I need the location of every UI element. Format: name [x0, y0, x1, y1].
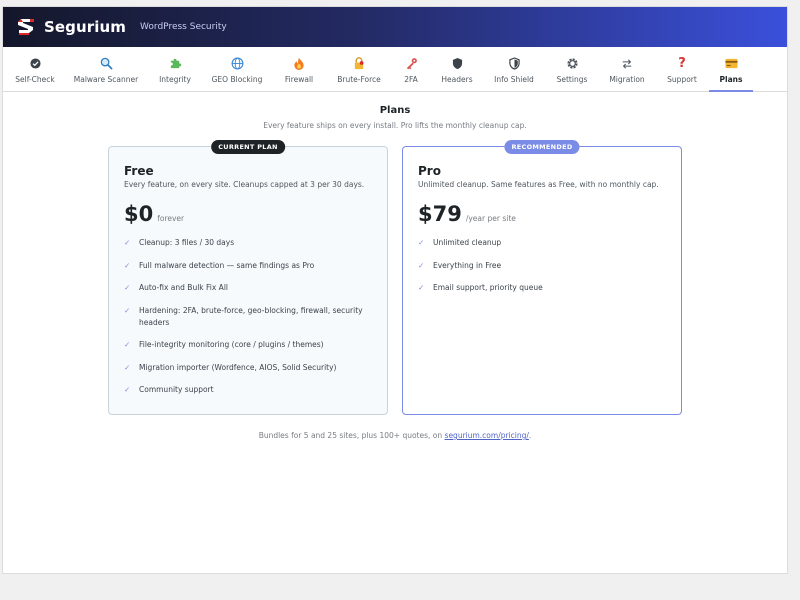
tab-support[interactable]: ? Support — [655, 47, 709, 91]
list-item: ✓ Email support, priority queue — [418, 282, 668, 294]
tab-self-check[interactable]: Self-Check — [5, 47, 65, 91]
list-item: ✓ Cleanup: 3 files / 30 days — [124, 237, 374, 249]
question-icon: ? — [678, 56, 686, 71]
list-item: ✓ Community support — [124, 384, 374, 396]
list-item: ✓ Migration importer (Wordfence, AIOS, So… — [124, 362, 374, 374]
tab-label: Info Shield — [494, 74, 534, 84]
list-item: ✓ Unlimited cleanup — [418, 237, 668, 249]
key-icon — [404, 57, 418, 71]
segurium-logo-icon — [18, 19, 34, 35]
tab-label: Malware Scanner — [73, 74, 139, 84]
list-item: ✓ Auto-fix and Bulk Fix All — [124, 282, 374, 294]
bundles-note: Bundles for 5 and 25 sites, plus 100+ qu… — [3, 431, 787, 440]
tab-info-shield[interactable]: Info Shield — [483, 47, 545, 91]
tab-label: Migration — [609, 74, 645, 84]
brand-subtitle: WordPress Security — [140, 22, 227, 32]
feature-text: Migration importer (Wordfence, AIOS, Sol… — [139, 362, 337, 372]
feature-text: Auto-fix and Bulk Fix All — [139, 283, 228, 292]
main-nav: Self-Check Malware Scanner Integrity GEO… — [3, 47, 787, 92]
tab-migration[interactable]: Migration — [599, 47, 655, 91]
check-icon: ✓ — [124, 305, 131, 315]
bundles-text-end: . — [528, 431, 532, 440]
plan-price: $79 — [418, 202, 462, 226]
feature-text: Unlimited cleanup — [433, 238, 502, 247]
feature-text: Hardening: 2FA, brute-force, geo-blockin… — [139, 305, 363, 327]
plan-period: /year per site — [465, 214, 516, 223]
gear-icon — [565, 57, 579, 71]
list-item: ✓ File-integrity monitoring (core / plugi… — [124, 339, 374, 351]
check-icon: ✓ — [418, 238, 425, 247]
feature-list: ✓ Unlimited cleanup ✓ Everything in Free ✓… — [418, 237, 668, 305]
app-header: Segurium WordPress Security — [3, 7, 787, 47]
feature-text: Community support — [139, 385, 214, 394]
feature-list: ✓ Cleanup: 3 files / 30 days ✓ Full malwar… — [124, 237, 374, 407]
tab-integrity[interactable]: Integrity — [147, 47, 203, 91]
plan-price: $0 — [124, 202, 154, 226]
feature-text: Cleanup: 3 files / 30 days — [139, 238, 235, 247]
tab-label: Brute-Force — [337, 74, 381, 84]
check-icon: ✓ — [418, 283, 425, 292]
list-item: ✓ Hardening: 2FA, brute-force, geo-blocki… — [124, 305, 374, 329]
shield-icon — [450, 57, 464, 71]
tab-label: Plans — [719, 74, 743, 84]
tab-label: Headers — [441, 74, 473, 84]
tab-label: Support — [667, 74, 697, 84]
plan-name: Free — [124, 164, 154, 178]
magnifier-icon — [99, 57, 113, 71]
tab-label: Firewall — [284, 74, 314, 84]
page-subtitle: Every feature ships on every install. Pr… — [263, 121, 527, 130]
check-icon: ✓ — [124, 283, 131, 292]
plan-description: Every feature, on every site. Cleanups c… — [124, 180, 365, 189]
tab-headers[interactable]: Headers — [431, 47, 483, 91]
shield-check-icon — [507, 57, 521, 71]
list-item: ✓ Full malware detection — same findings … — [124, 260, 374, 272]
free-plan-card: CURRENT PLAN Free Every feature, on ever… — [108, 140, 388, 415]
globe-icon — [230, 57, 244, 71]
plans-page: Plans Every feature ships on every insta… — [3, 92, 787, 573]
padlock-icon — [352, 57, 366, 71]
price-row: $0 forever — [124, 202, 184, 226]
tab-label: 2FA — [404, 74, 418, 84]
tab-firewall[interactable]: Firewall — [271, 47, 327, 91]
tab-label: Settings — [556, 74, 588, 84]
feature-text: File-integrity monitoring (core / plugin… — [139, 340, 324, 349]
list-item: ✓ Everything in Free — [418, 260, 668, 272]
tab-geo-blocking[interactable]: GEO Blocking — [203, 47, 271, 91]
page-title: Plans — [379, 105, 411, 116]
feature-text: Email support, priority queue — [433, 283, 543, 292]
recommended-badge: RECOMMENDED — [504, 140, 580, 154]
plan-name: Pro — [418, 164, 441, 178]
plan-description: Unlimited cleanup. Same features as Free… — [418, 180, 659, 189]
tab-label: Integrity — [159, 74, 191, 84]
check-icon: ✓ — [124, 238, 131, 247]
pricing-link[interactable]: segurium.com/pricing/ — [445, 431, 529, 440]
check-icon: ✓ — [418, 260, 425, 270]
pro-plan-card: RECOMMENDED Pro Unlimited cleanup. Same … — [402, 140, 682, 415]
bundles-text: Bundles for 5 and 25 sites, plus 100+ qu… — [258, 431, 445, 440]
plan-period: forever — [157, 214, 185, 223]
price-row: $79 /year per site — [418, 202, 516, 226]
check-icon: ✓ — [124, 260, 131, 270]
check-circle-icon — [28, 57, 42, 71]
tab-label: Self-Check — [15, 74, 55, 84]
app-frame: Segurium WordPress Security Self-Check M… — [2, 6, 788, 574]
tab-settings[interactable]: Settings — [545, 47, 599, 91]
tab-malware-scanner[interactable]: Malware Scanner — [65, 47, 147, 91]
credit-card-icon — [724, 57, 738, 71]
swap-arrows-icon — [620, 57, 634, 71]
brand-name: Segurium — [44, 18, 127, 36]
check-icon: ✓ — [124, 362, 131, 372]
check-icon: ✓ — [124, 385, 131, 394]
feature-text: Full malware detection — same findings a… — [139, 260, 315, 270]
tab-plans[interactable]: Plans — [709, 47, 753, 92]
check-icon: ✓ — [124, 340, 131, 349]
flame-icon — [292, 57, 306, 71]
tab-label: GEO Blocking — [211, 74, 263, 84]
current-plan-badge: CURRENT PLAN — [211, 140, 285, 154]
tab-brute-force[interactable]: Brute-Force — [327, 47, 391, 91]
feature-text: Everything in Free — [433, 260, 502, 270]
tab-2fa[interactable]: 2FA — [391, 47, 431, 91]
puzzle-icon — [168, 57, 182, 71]
